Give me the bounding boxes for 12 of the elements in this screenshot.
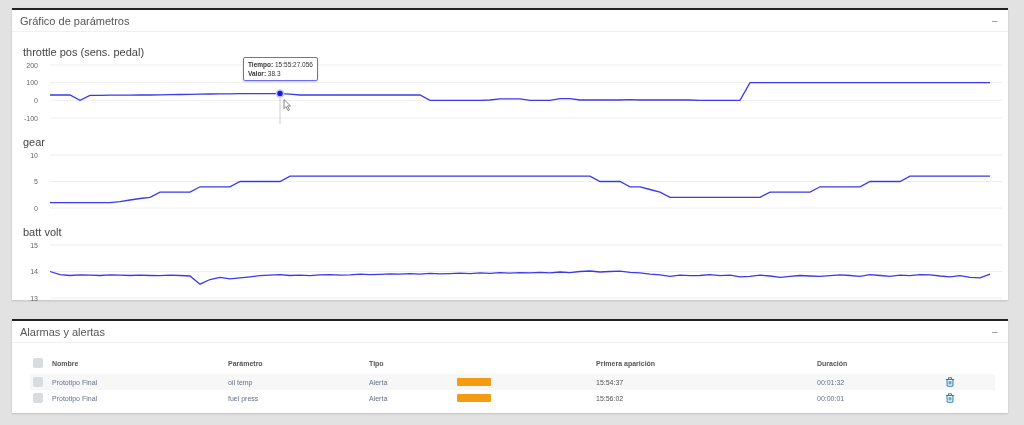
hover-point (275, 89, 285, 98)
chart-title: gear (22, 136, 46, 149)
collapse-button[interactable]: − (989, 325, 1000, 338)
collapse-button[interactable]: − (989, 14, 1000, 27)
panel-title: Gráfico de parámetros (20, 14, 130, 27)
checkbox[interactable] (33, 393, 43, 403)
checkbox[interactable] (33, 377, 43, 387)
chart-title: batt volt (22, 226, 62, 239)
chart-title: throttle pos (sens. pedal) (22, 46, 145, 59)
panel-title: Alarmas y alertas (20, 325, 105, 338)
cursor-icon (283, 99, 291, 111)
checkbox[interactable] (33, 358, 43, 368)
